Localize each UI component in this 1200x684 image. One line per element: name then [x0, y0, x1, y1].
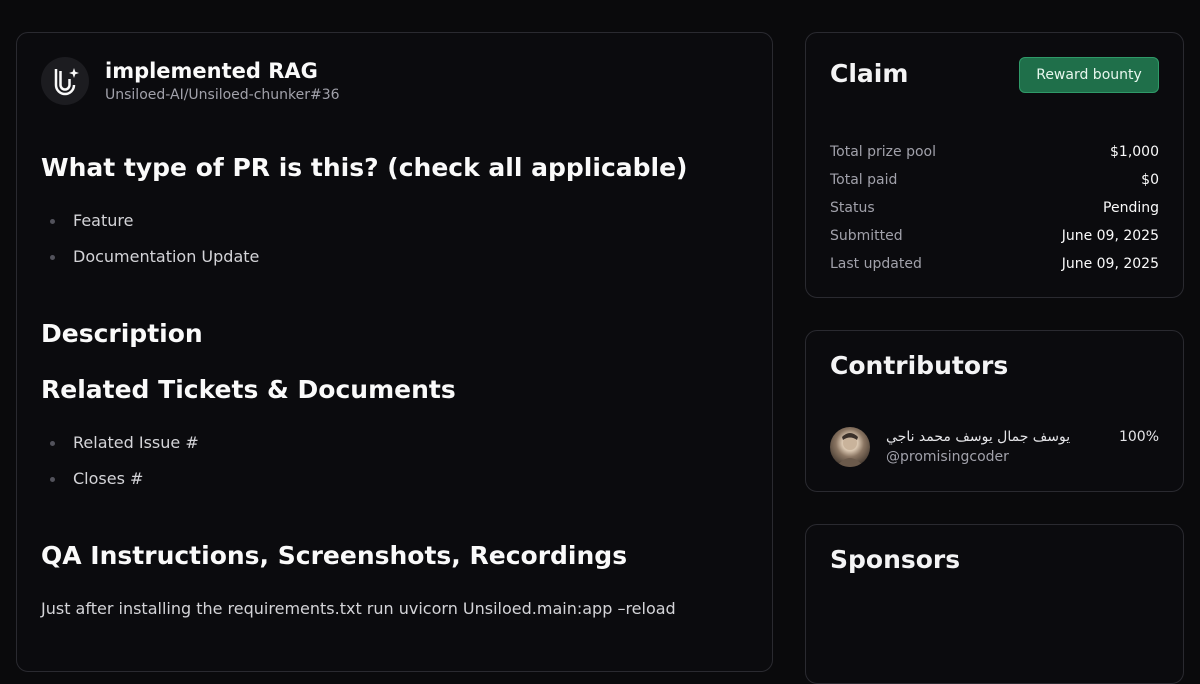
qa-instructions-text: Just after installing the requirements.t… — [41, 599, 676, 618]
stat-row-submitted: Submitted June 09, 2025 — [830, 222, 1159, 250]
contributor-handle[interactable]: @promisingcoder — [886, 447, 1009, 467]
sponsors-title: Sponsors — [830, 545, 961, 574]
stat-value: June 09, 2025 — [1061, 256, 1159, 272]
stat-row-total-paid: Total paid $0 — [830, 166, 1159, 194]
stat-value: $1,000 — [1110, 144, 1159, 160]
status-badge: Pending — [1103, 200, 1159, 216]
contributor-share: 100% — [1118, 429, 1159, 445]
pr-body: What type of PR is this? (check all appl… — [41, 151, 741, 621]
stat-value: $0 — [1141, 172, 1159, 188]
related-tickets-list: Related Issue # Closes # — [41, 425, 741, 497]
contributors-card: Contributors يوسف جمال يوسف محمد ناجي @p… — [805, 330, 1184, 492]
stat-label: Total paid — [830, 172, 898, 188]
unsiloed-logo-icon[interactable] — [41, 57, 89, 105]
pr-header: implemented RAG Unsiloed-AI/Unsiloed-chu… — [41, 57, 340, 105]
stat-label: Last updated — [830, 256, 922, 272]
stat-label: Total prize pool — [830, 144, 936, 160]
section-heading-pr-type: What type of PR is this? (check all appl… — [41, 153, 688, 182]
claim-card: Claim Reward bounty Total prize pool $1,… — [805, 32, 1184, 298]
list-item: Closes # — [41, 461, 741, 497]
stat-label: Status — [830, 200, 875, 216]
pr-title[interactable]: implemented RAG — [105, 58, 340, 84]
contributor-name[interactable]: يوسف جمال يوسف محمد ناجي — [886, 427, 1070, 447]
pr-card: implemented RAG Unsiloed-AI/Unsiloed-chu… — [16, 32, 773, 672]
list-item: Related Issue # — [41, 425, 741, 461]
stat-value: June 09, 2025 — [1061, 228, 1159, 244]
claim-title: Claim — [830, 59, 909, 88]
list-item: Documentation Update — [41, 239, 741, 275]
sponsors-card: Sponsors — [805, 524, 1184, 684]
stat-row-status: Status Pending — [830, 194, 1159, 222]
pr-repo-link[interactable]: Unsiloed-AI/Unsiloed-chunker#36 — [105, 85, 340, 105]
list-item: Feature — [41, 203, 741, 239]
claim-stats: Total prize pool $1,000 Total paid $0 St… — [830, 138, 1159, 278]
contributors-title: Contributors — [830, 351, 1009, 380]
reward-bounty-button[interactable]: Reward bounty — [1019, 57, 1159, 93]
stat-row-total-prize-pool: Total prize pool $1,000 — [830, 138, 1159, 166]
section-heading-qa: QA Instructions, Screenshots, Recordings — [41, 541, 628, 570]
section-heading-description: Description — [41, 319, 203, 348]
section-heading-related-tickets: Related Tickets & Documents — [41, 375, 456, 404]
avatar[interactable] — [830, 427, 870, 467]
stat-label: Submitted — [830, 228, 903, 244]
stat-row-last-updated: Last updated June 09, 2025 — [830, 250, 1159, 278]
pr-type-list: Feature Documentation Update — [41, 203, 741, 275]
contributor-row[interactable]: يوسف جمال يوسف محمد ناجي @promisingcoder… — [830, 427, 1159, 469]
